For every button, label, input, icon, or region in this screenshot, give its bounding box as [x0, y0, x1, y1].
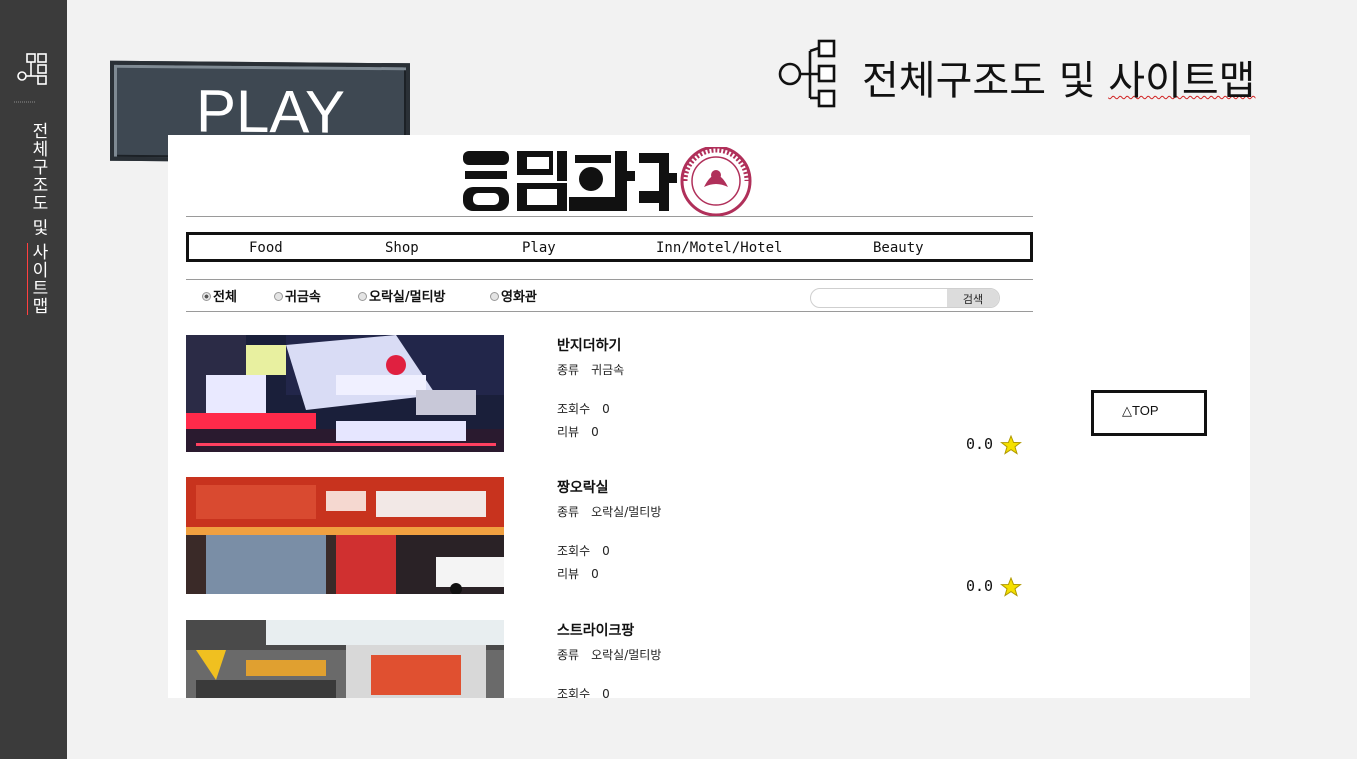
radio-icon[interactable]	[490, 292, 499, 301]
item-views-row: 조회수 0	[557, 542, 610, 559]
store-photo	[186, 477, 504, 594]
item-views-row: 조회수 0	[557, 685, 610, 698]
type-label: 종류	[557, 363, 580, 377]
views-label: 조회수	[557, 402, 591, 416]
divider	[186, 279, 1033, 280]
item-reviews-row: 리뷰 0	[557, 423, 599, 440]
filter-label: 전체	[213, 290, 237, 305]
main-nav: Food Shop Play Inn/Motel/Hotel Beauty	[186, 232, 1033, 262]
site-logo[interactable]	[463, 147, 763, 217]
reviews-label: 리뷰	[557, 567, 580, 581]
sidebar-title-underlined: 사이트맵	[27, 242, 48, 315]
list-item[interactable]: 반지더하기 종류 귀금속 조회수 0 리뷰 0 0.0	[186, 335, 1033, 455]
list-item[interactable]: 짱오락실 종류 오락실/멀티방 조회수 0 리뷰 0 0.0	[186, 477, 1033, 597]
sitemap-icon	[14, 53, 47, 103]
radio-icon[interactable]	[358, 292, 367, 301]
item-name[interactable]: 짱오락실	[557, 477, 609, 497]
views-value: 0	[602, 402, 610, 416]
rating-value: 0.0	[966, 435, 994, 453]
filter-all[interactable]: 전체	[202, 286, 237, 305]
reviews-value: 0	[591, 425, 599, 439]
sidebar: 전체구조도 및 사이트맵	[0, 0, 67, 759]
type-label: 종류	[557, 648, 580, 662]
type-value: 오락실/멀티방	[591, 648, 662, 662]
top-button[interactable]: △TOP	[1091, 390, 1207, 436]
item-type-row: 종류 오락실/멀티방	[557, 503, 661, 520]
sidebar-title-text: 전체구조도 및	[28, 122, 48, 243]
nav-inn-motel-hotel[interactable]: Inn/Motel/Hotel	[656, 240, 782, 256]
rating-value: 0.0	[966, 577, 994, 595]
views-value: 0	[602, 687, 610, 698]
star-icon	[1000, 435, 1022, 455]
website-mockup: Food Shop Play Inn/Motel/Hotel Beauty 전체…	[168, 135, 1250, 698]
filter-label: 오락실/멀티방	[369, 290, 446, 305]
nav-play[interactable]: Play	[522, 240, 556, 256]
nav-beauty[interactable]: Beauty	[873, 240, 924, 256]
store-photo	[186, 335, 504, 452]
reviews-value: 0	[591, 567, 599, 581]
radio-selected-icon[interactable]	[202, 292, 211, 301]
reviews-label: 리뷰	[557, 425, 580, 439]
filter-jewelry[interactable]: 귀금속	[274, 286, 321, 305]
slide-title-text: 전체구조도 및 사이트맵	[862, 48, 1255, 106]
sitemap-icon	[778, 39, 836, 108]
filter-cinema[interactable]: 영화관	[490, 286, 537, 305]
views-label: 조회수	[557, 687, 591, 698]
nav-shop[interactable]: Shop	[385, 240, 419, 256]
list-item[interactable]: 스트라이크팡 종류 오락실/멀티방 조회수 0	[186, 620, 1033, 698]
slide-title-underlined: 사이트맵	[1108, 58, 1256, 104]
type-value: 오락실/멀티방	[591, 505, 662, 519]
item-name[interactable]: 반지더하기	[557, 335, 621, 355]
sidebar-title: 전체구조도 및 사이트맵	[26, 122, 51, 315]
views-label: 조회수	[557, 544, 591, 558]
search-button[interactable]: 검색	[947, 289, 999, 307]
filter-label: 영화관	[501, 290, 537, 305]
divider	[186, 216, 1033, 217]
item-type-row: 종류 오락실/멀티방	[557, 646, 661, 663]
star-icon	[1000, 577, 1022, 597]
slide-title-main: 전체구조도 및	[862, 58, 1109, 104]
search-box: 검색	[810, 288, 1000, 308]
filter-label: 귀금속	[285, 290, 321, 305]
divider	[186, 311, 1033, 312]
type-label: 종류	[557, 505, 580, 519]
search-input[interactable]	[819, 290, 947, 306]
radio-icon[interactable]	[274, 292, 283, 301]
item-type-row: 종류 귀금속	[557, 361, 624, 378]
item-views-row: 조회수 0	[557, 400, 610, 417]
nav-food[interactable]: Food	[249, 240, 283, 256]
views-value: 0	[602, 544, 610, 558]
item-name[interactable]: 스트라이크팡	[557, 620, 634, 640]
filter-arcade[interactable]: 오락실/멀티방	[358, 286, 446, 305]
item-reviews-row: 리뷰 0	[557, 565, 599, 582]
store-photo	[186, 620, 504, 698]
type-value: 귀금속	[591, 363, 625, 377]
